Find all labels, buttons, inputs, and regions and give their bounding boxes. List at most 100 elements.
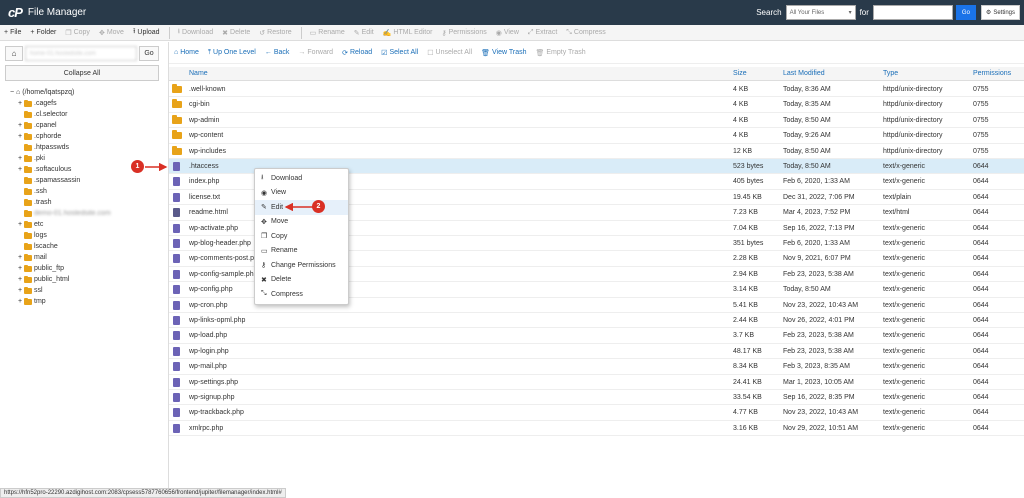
toolbar-permissions-button[interactable]: ⚷ Permissions xyxy=(441,29,486,37)
tree-item[interactable]: + mail xyxy=(10,252,111,263)
collapse-all-button[interactable]: Collapse All xyxy=(5,65,159,81)
table-row[interactable]: wp-admin 4 KB Today, 8:50 AM httpd/unix-dir… xyxy=(169,113,1024,129)
column-header-type[interactable]: Type xyxy=(883,70,898,77)
file-permissions: 0755 xyxy=(973,101,989,109)
folder-icon xyxy=(24,99,32,107)
tree-item[interactable]: + tmp xyxy=(10,296,111,307)
column-header-name[interactable]: Name xyxy=(189,70,208,77)
toolbar-compress-button[interactable]: ⤡ Compress xyxy=(566,29,606,37)
table-row[interactable]: xmlrpc.php 3.16 KB Nov 29, 2022, 10:51 AM t… xyxy=(169,421,1024,437)
table-row[interactable]: wp-links-opml.php 2.44 KB Nov 26, 2022, 4:… xyxy=(169,313,1024,329)
toolbar-view-button[interactable]: ◉ View xyxy=(496,29,519,37)
file-last-modified: Feb 23, 2023, 5:38 AM xyxy=(783,347,854,355)
toolbar-button-label: Extract xyxy=(535,29,558,36)
context-menu-download[interactable]: ⭳ Download xyxy=(255,171,348,186)
toolbar-upload-button[interactable]: ⭱ Upload xyxy=(133,27,160,38)
context-menu-compress[interactable]: ⤡ Compress xyxy=(255,287,348,302)
path-go-button[interactable]: Go xyxy=(139,46,159,61)
tree-item[interactable]: + .cpanel xyxy=(10,120,111,131)
context-menu-rename[interactable]: ▭ Rename xyxy=(255,244,348,259)
nav-empty-trash-button[interactable]: 🗑 Empty Trash xyxy=(535,49,585,57)
nav-forward-button[interactable]: → Forward xyxy=(298,49,333,56)
file-last-modified: Nov 23, 2022, 10:43 AM xyxy=(783,409,859,417)
tree-item[interactable]: .cl.selector xyxy=(10,109,111,120)
nav-up-one-level-button[interactable]: ⤒ Up One Level xyxy=(208,49,256,57)
tree-item[interactable]: + public_ftp xyxy=(10,263,111,274)
nav-button-label: Forward xyxy=(307,49,334,56)
toolbar-edit-button[interactable]: ✎ Edit xyxy=(354,29,374,37)
file-permissions: 0644 xyxy=(973,363,989,371)
toolbar-extract-button[interactable]: ⤢ Extract xyxy=(528,29,557,37)
table-row[interactable]: .well-known 4 KB Today, 8:36 AM httpd/unix-… xyxy=(169,82,1024,98)
pencil-icon: ✎ xyxy=(261,204,267,212)
column-header-permissions[interactable]: Permissions xyxy=(973,70,1011,77)
file-type: text/x-generic xyxy=(883,409,926,417)
tree-root[interactable]: − ⌂ (/home/lqatspzq) xyxy=(10,87,111,98)
context-menu-edit[interactable]: ✎ Edit xyxy=(255,200,348,215)
file-name: readme.html xyxy=(189,209,228,217)
table-row[interactable]: wp-settings.php 24.41 KB Mar 1, 2023, 10:0… xyxy=(169,375,1024,390)
context-menu-move[interactable]: ✥ Move xyxy=(255,215,348,230)
context-menu-change-permissions[interactable]: ⚷ Change Permissions xyxy=(255,258,348,273)
toolbar-delete-button[interactable]: ✖ Delete xyxy=(222,29,250,37)
search-go-button[interactable]: Go xyxy=(955,5,976,20)
context-menu-delete[interactable]: ✖ Delete xyxy=(255,273,348,288)
table-row[interactable]: wp-content 4 KB Today, 9:26 AM httpd/unix-d… xyxy=(169,128,1024,144)
toolbar-html-editor-button[interactable]: ✍ HTML Editor xyxy=(383,29,433,37)
tree-item[interactable]: logs xyxy=(10,230,111,241)
tree-item[interactable]: .spamassassin xyxy=(10,175,111,186)
file-type: text/x-generic xyxy=(883,286,926,294)
tree-item[interactable]: lscache xyxy=(10,241,111,252)
tree-item[interactable]: + etc xyxy=(10,219,111,230)
file-icon xyxy=(173,239,180,248)
context-menu-copy[interactable]: ❐ Copy xyxy=(255,229,348,244)
column-header-size[interactable]: Size xyxy=(733,70,747,77)
settings-button[interactable]: ⚙ Settings xyxy=(980,5,1020,20)
table-row[interactable]: cgi-bin 4 KB Today, 8:35 AM httpd/unix-dire… xyxy=(169,97,1024,113)
tree-item[interactable]: + public_html xyxy=(10,274,111,285)
toolbar-rename-button[interactable]: ▭ Rename xyxy=(310,29,345,37)
tree-item[interactable]: + .pki xyxy=(10,153,111,164)
reload-icon: ⟳ xyxy=(342,49,348,57)
table-row[interactable]: wp-signup.php 33.54 KB Sep 16, 2022, 8:35 … xyxy=(169,390,1024,406)
nav-unselect-all-button[interactable]: ☐ Unselect All xyxy=(427,49,472,57)
restore-icon: ↺ xyxy=(259,29,266,37)
toolbar-file-button[interactable]: + File xyxy=(4,29,21,36)
tree-item[interactable]: demo-01.hostedsite.com xyxy=(10,208,111,219)
toolbar-move-button[interactable]: ✥ Move xyxy=(99,29,124,37)
table-row[interactable]: wp-trackback.php 4.77 KB Nov 23, 2022, 10:… xyxy=(169,405,1024,421)
column-header-last-modified[interactable]: Last Modified xyxy=(783,70,825,77)
tree-item-label: .trash xyxy=(34,199,52,206)
tree-item[interactable]: + .cagefs xyxy=(10,98,111,109)
nav-button-label: Unselect All xyxy=(435,49,473,56)
tree-item[interactable]: .htpasswds xyxy=(10,142,111,153)
folder-icon xyxy=(24,176,32,184)
tree-item-label: tmp xyxy=(34,298,46,305)
nav-select-all-button[interactable]: ☑ Select All xyxy=(381,49,418,57)
tree-item[interactable]: .trash xyxy=(10,197,111,208)
tree-item[interactable]: + .cphorde xyxy=(10,131,111,142)
table-row[interactable]: wp-mail.php 8.34 KB Feb 3, 2023, 8:35 AM te… xyxy=(169,359,1024,375)
search-input[interactable] xyxy=(872,5,953,20)
nav-home-button[interactable]: ⌂ Home xyxy=(174,49,199,56)
toolbar-download-button[interactable]: ⭳ Download xyxy=(178,27,214,38)
app-logo[interactable]: cP File Manager xyxy=(8,5,86,20)
table-row[interactable]: wp-load.php 3.7 KB Feb 23, 2023, 5:38 AM te… xyxy=(169,328,1024,344)
home-icon[interactable]: ⌂ xyxy=(5,46,23,61)
key-icon: ⚷ xyxy=(441,29,447,37)
tree-item[interactable]: + ssl xyxy=(10,285,111,296)
table-row[interactable]: wp-login.php 48.17 KB Feb 23, 2023, 5:38 A… xyxy=(169,344,1024,360)
table-row[interactable]: wp-includes 12 KB Today, 8:50 AM httpd/unix… xyxy=(169,144,1024,159)
context-menu-view[interactable]: ◉ View xyxy=(255,186,348,201)
nav-view-trash-button[interactable]: 🗑 View Trash xyxy=(481,49,526,57)
search-scope-select[interactable]: All Your Files ▾ xyxy=(785,5,856,20)
path-input[interactable]: home-01.hostedsite.com xyxy=(25,46,137,61)
nav-back-button[interactable]: ← Back xyxy=(265,49,290,56)
folder-icon xyxy=(24,275,32,283)
toolbar-copy-button[interactable]: ❐ Copy xyxy=(65,29,90,37)
toolbar-restore-button[interactable]: ↺ Restore xyxy=(259,29,291,37)
tree-item[interactable]: + .softaculous xyxy=(10,164,111,175)
tree-item[interactable]: .ssh xyxy=(10,186,111,197)
toolbar-folder-button[interactable]: + Folder xyxy=(30,29,56,36)
nav-reload-button[interactable]: ⟳ Reload xyxy=(342,49,372,57)
